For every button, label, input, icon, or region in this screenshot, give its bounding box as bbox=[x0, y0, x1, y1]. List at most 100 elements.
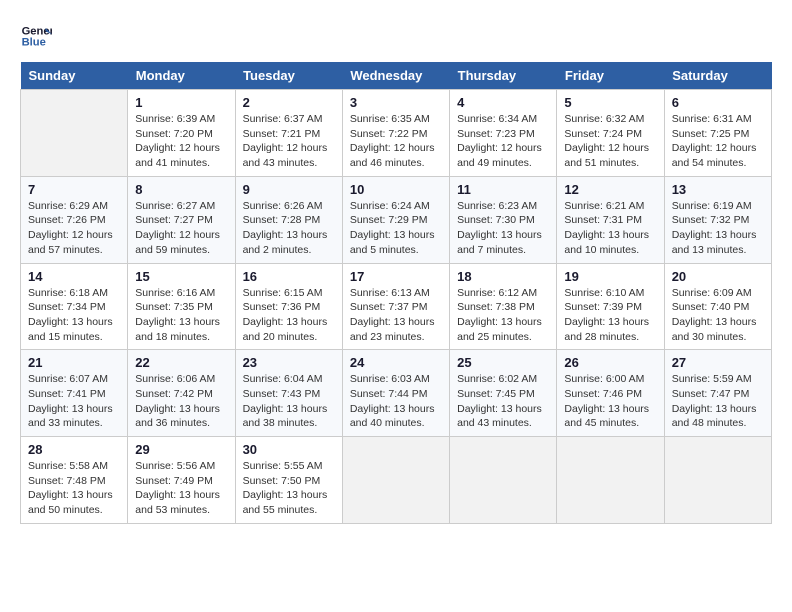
day-info: Sunrise: 6:03 AMSunset: 7:44 PMDaylight:… bbox=[350, 372, 442, 431]
day-number: 15 bbox=[135, 269, 227, 284]
day-info: Sunrise: 6:12 AMSunset: 7:38 PMDaylight:… bbox=[457, 286, 549, 345]
calendar-cell: 16 Sunrise: 6:15 AMSunset: 7:36 PMDayligh… bbox=[235, 263, 342, 350]
day-number: 18 bbox=[457, 269, 549, 284]
calendar-week-4: 21 Sunrise: 6:07 AMSunset: 7:41 PMDayligh… bbox=[21, 350, 772, 437]
weekday-header-monday: Monday bbox=[128, 62, 235, 90]
calendar-cell: 5Sunrise: 6:32 AMSunset: 7:24 PMDaylight… bbox=[557, 90, 664, 177]
calendar-cell: 7 Sunrise: 6:29 AMSunset: 7:26 PMDaylight… bbox=[21, 176, 128, 263]
day-number: 28 bbox=[28, 442, 120, 457]
day-info: Sunrise: 6:04 AMSunset: 7:43 PMDaylight:… bbox=[243, 372, 335, 431]
day-info: Sunrise: 6:37 AMSunset: 7:21 PMDaylight:… bbox=[243, 112, 335, 171]
day-info: Sunrise: 6:35 AMSunset: 7:22 PMDaylight:… bbox=[350, 112, 442, 171]
svg-text:Blue: Blue bbox=[22, 37, 46, 49]
day-number: 13 bbox=[672, 182, 764, 197]
day-info: Sunrise: 6:29 AMSunset: 7:26 PMDaylight:… bbox=[28, 199, 120, 258]
day-info: Sunrise: 6:07 AMSunset: 7:41 PMDaylight:… bbox=[28, 372, 120, 431]
calendar-cell: 1Sunrise: 6:39 AMSunset: 7:20 PMDaylight… bbox=[128, 90, 235, 177]
day-number: 14 bbox=[28, 269, 120, 284]
day-info: Sunrise: 6:24 AMSunset: 7:29 PMDaylight:… bbox=[350, 199, 442, 258]
calendar-week-2: 7 Sunrise: 6:29 AMSunset: 7:26 PMDaylight… bbox=[21, 176, 772, 263]
day-info: Sunrise: 6:19 AMSunset: 7:32 PMDaylight:… bbox=[672, 199, 764, 258]
weekday-header-tuesday: Tuesday bbox=[235, 62, 342, 90]
day-number: 27 bbox=[672, 355, 764, 370]
day-number: 30 bbox=[243, 442, 335, 457]
calendar-cell: 28 Sunrise: 5:58 AMSunset: 7:48 PMDayligh… bbox=[21, 437, 128, 524]
calendar-cell: 4Sunrise: 6:34 AMSunset: 7:23 PMDaylight… bbox=[450, 90, 557, 177]
calendar-cell: 9 Sunrise: 6:26 AMSunset: 7:28 PMDaylight… bbox=[235, 176, 342, 263]
day-info: Sunrise: 6:31 AMSunset: 7:25 PMDaylight:… bbox=[672, 112, 764, 171]
day-number: 21 bbox=[28, 355, 120, 370]
calendar-cell: 11 Sunrise: 6:23 AMSunset: 7:30 PMDayligh… bbox=[450, 176, 557, 263]
day-number: 29 bbox=[135, 442, 227, 457]
calendar-cell: 24 Sunrise: 6:03 AMSunset: 7:44 PMDayligh… bbox=[342, 350, 449, 437]
day-info: Sunrise: 6:13 AMSunset: 7:37 PMDaylight:… bbox=[350, 286, 442, 345]
calendar-cell: 27Sunrise: 5:59 AMSunset: 7:47 PMDayligh… bbox=[664, 350, 771, 437]
weekday-header-friday: Friday bbox=[557, 62, 664, 90]
calendar-cell bbox=[664, 437, 771, 524]
day-info: Sunrise: 6:23 AMSunset: 7:30 PMDaylight:… bbox=[457, 199, 549, 258]
day-number: 25 bbox=[457, 355, 549, 370]
calendar-cell: 21 Sunrise: 6:07 AMSunset: 7:41 PMDayligh… bbox=[21, 350, 128, 437]
logo-icon: General Blue bbox=[20, 20, 52, 52]
weekday-header-thursday: Thursday bbox=[450, 62, 557, 90]
calendar-week-3: 14 Sunrise: 6:18 AMSunset: 7:34 PMDayligh… bbox=[21, 263, 772, 350]
day-number: 23 bbox=[243, 355, 335, 370]
day-info: Sunrise: 6:34 AMSunset: 7:23 PMDaylight:… bbox=[457, 112, 549, 171]
weekday-header-saturday: Saturday bbox=[664, 62, 771, 90]
weekday-header-row: SundayMondayTuesdayWednesdayThursdayFrid… bbox=[21, 62, 772, 90]
calendar-cell: 6 Sunrise: 6:31 AMSunset: 7:25 PMDaylight… bbox=[664, 90, 771, 177]
day-number: 16 bbox=[243, 269, 335, 284]
day-number: 19 bbox=[564, 269, 656, 284]
day-info: Sunrise: 6:26 AMSunset: 7:28 PMDaylight:… bbox=[243, 199, 335, 258]
day-info: Sunrise: 5:56 AMSunset: 7:49 PMDaylight:… bbox=[135, 459, 227, 518]
calendar-cell: 17 Sunrise: 6:13 AMSunset: 7:37 PMDayligh… bbox=[342, 263, 449, 350]
calendar-cell: 2 Sunrise: 6:37 AMSunset: 7:21 PMDaylight… bbox=[235, 90, 342, 177]
calendar-cell: 25 Sunrise: 6:02 AMSunset: 7:45 PMDayligh… bbox=[450, 350, 557, 437]
day-number: 3 bbox=[350, 95, 442, 110]
calendar-cell: 14 Sunrise: 6:18 AMSunset: 7:34 PMDayligh… bbox=[21, 263, 128, 350]
calendar-week-1: 1Sunrise: 6:39 AMSunset: 7:20 PMDaylight… bbox=[21, 90, 772, 177]
calendar-cell: 13 Sunrise: 6:19 AMSunset: 7:32 PMDayligh… bbox=[664, 176, 771, 263]
day-info: Sunrise: 6:18 AMSunset: 7:34 PMDaylight:… bbox=[28, 286, 120, 345]
day-info: Sunrise: 6:06 AMSunset: 7:42 PMDaylight:… bbox=[135, 372, 227, 431]
calendar-cell: 20 Sunrise: 6:09 AMSunset: 7:40 PMDayligh… bbox=[664, 263, 771, 350]
calendar-cell: 12Sunrise: 6:21 AMSunset: 7:31 PMDayligh… bbox=[557, 176, 664, 263]
day-info: Sunrise: 6:10 AMSunset: 7:39 PMDaylight:… bbox=[564, 286, 656, 345]
day-number: 22 bbox=[135, 355, 227, 370]
calendar-cell: 26 Sunrise: 6:00 AMSunset: 7:46 PMDayligh… bbox=[557, 350, 664, 437]
day-info: Sunrise: 5:55 AMSunset: 7:50 PMDaylight:… bbox=[243, 459, 335, 518]
day-number: 1 bbox=[135, 95, 227, 110]
calendar-cell bbox=[342, 437, 449, 524]
calendar-cell: 8Sunrise: 6:27 AMSunset: 7:27 PMDaylight… bbox=[128, 176, 235, 263]
logo: General Blue bbox=[20, 20, 56, 52]
day-info: Sunrise: 5:58 AMSunset: 7:48 PMDaylight:… bbox=[28, 459, 120, 518]
day-number: 24 bbox=[350, 355, 442, 370]
calendar-cell bbox=[21, 90, 128, 177]
day-number: 12 bbox=[564, 182, 656, 197]
calendar-cell: 18 Sunrise: 6:12 AMSunset: 7:38 PMDayligh… bbox=[450, 263, 557, 350]
calendar-cell: 15Sunrise: 6:16 AMSunset: 7:35 PMDayligh… bbox=[128, 263, 235, 350]
day-info: Sunrise: 6:09 AMSunset: 7:40 PMDaylight:… bbox=[672, 286, 764, 345]
calendar-cell bbox=[557, 437, 664, 524]
calendar-cell: 23 Sunrise: 6:04 AMSunset: 7:43 PMDayligh… bbox=[235, 350, 342, 437]
calendar-cell: 10 Sunrise: 6:24 AMSunset: 7:29 PMDayligh… bbox=[342, 176, 449, 263]
day-number: 10 bbox=[350, 182, 442, 197]
calendar-week-5: 28 Sunrise: 5:58 AMSunset: 7:48 PMDayligh… bbox=[21, 437, 772, 524]
day-number: 26 bbox=[564, 355, 656, 370]
calendar-cell: 29 Sunrise: 5:56 AMSunset: 7:49 PMDayligh… bbox=[128, 437, 235, 524]
day-info: Sunrise: 6:02 AMSunset: 7:45 PMDaylight:… bbox=[457, 372, 549, 431]
day-info: Sunrise: 6:15 AMSunset: 7:36 PMDaylight:… bbox=[243, 286, 335, 345]
day-number: 20 bbox=[672, 269, 764, 284]
day-number: 11 bbox=[457, 182, 549, 197]
weekday-header-wednesday: Wednesday bbox=[342, 62, 449, 90]
calendar-cell: 19 Sunrise: 6:10 AMSunset: 7:39 PMDayligh… bbox=[557, 263, 664, 350]
day-number: 9 bbox=[243, 182, 335, 197]
day-number: 8 bbox=[135, 182, 227, 197]
day-number: 7 bbox=[28, 182, 120, 197]
calendar-cell bbox=[450, 437, 557, 524]
day-info: Sunrise: 6:00 AMSunset: 7:46 PMDaylight:… bbox=[564, 372, 656, 431]
day-number: 2 bbox=[243, 95, 335, 110]
calendar-table: SundayMondayTuesdayWednesdayThursdayFrid… bbox=[20, 62, 772, 524]
day-number: 6 bbox=[672, 95, 764, 110]
day-number: 17 bbox=[350, 269, 442, 284]
